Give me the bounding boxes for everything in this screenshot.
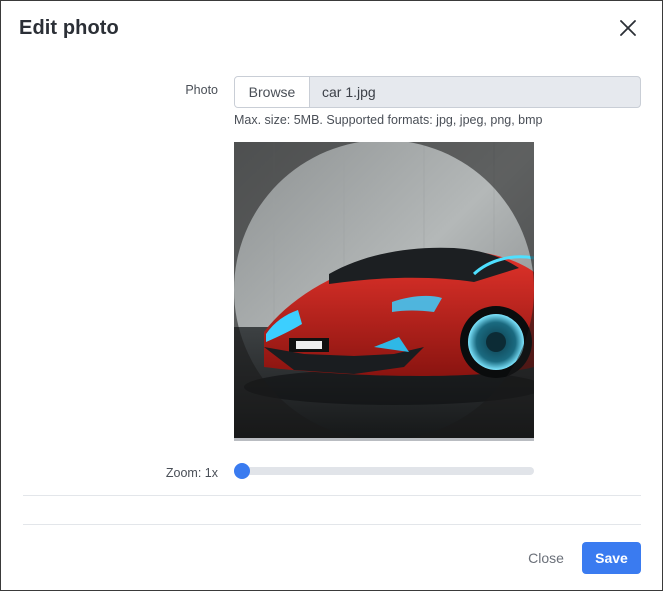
dialog-title: Edit photo [19, 17, 119, 39]
close-button[interactable]: Close [518, 542, 574, 574]
photo-label: Photo [185, 83, 218, 97]
save-button[interactable]: Save [582, 542, 641, 574]
crop-area-bottom-edge [234, 438, 534, 441]
upload-hint: Max. size: 5MB. Supported formats: jpg, … [234, 113, 543, 127]
file-name-display: car 1.jpg [322, 84, 376, 100]
browse-button[interactable]: Browse [235, 77, 310, 107]
divider [23, 495, 641, 496]
photo-file-input[interactable]: Browse car 1.jpg [234, 76, 641, 108]
edit-photo-dialog: Edit photo Photo Browse car 1.jpg Max. s… [0, 0, 663, 591]
footer-divider [23, 524, 641, 525]
close-icon[interactable] [615, 15, 641, 41]
zoom-slider-handle[interactable] [234, 463, 250, 479]
zoom-slider-track[interactable] [234, 467, 534, 475]
photo-preview [234, 142, 534, 440]
zoom-label: Zoom: 1x [165, 466, 218, 480]
photo-crop-area[interactable] [234, 142, 534, 440]
